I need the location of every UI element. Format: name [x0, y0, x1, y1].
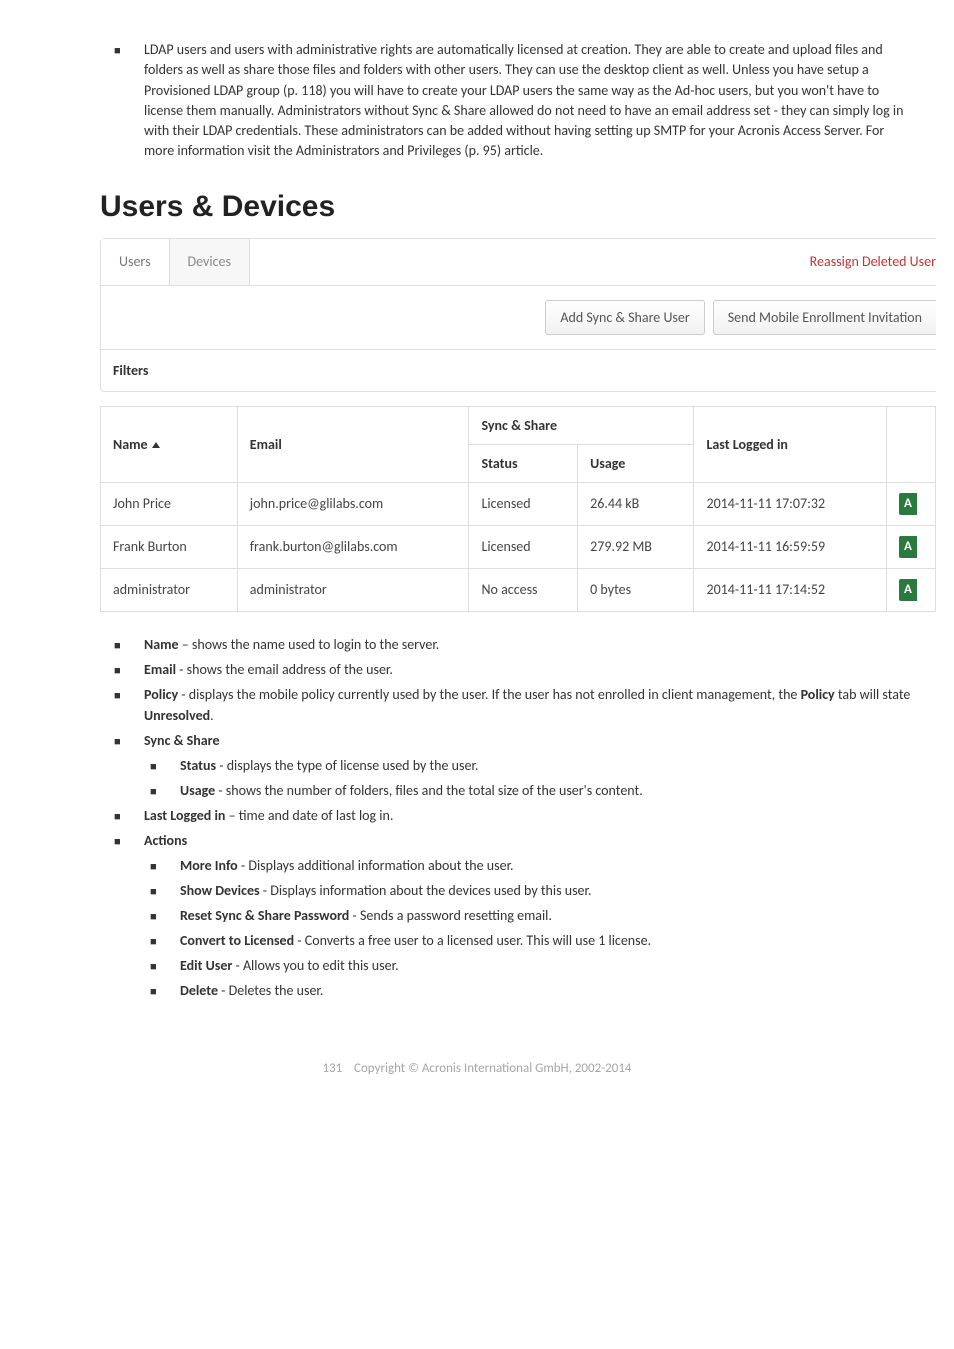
col-actions-header	[887, 406, 936, 482]
row-action-button[interactable]: A	[899, 536, 917, 558]
def-convert-licensed: ■ Convert to Licensed - Converts a free …	[150, 930, 912, 951]
def-show-devices: ■ Show Devices - Displays information ab…	[150, 880, 912, 901]
cell-email: john.price@glilabs.com	[237, 482, 469, 525]
col-sync-share-group: Sync & Share	[469, 406, 694, 444]
filters-toggle[interactable]: Filters	[101, 349, 936, 391]
users-devices-panel: Users Devices Reassign Deleted User Add …	[100, 238, 936, 392]
def-status: ■ Status - displays the type of license …	[150, 755, 912, 776]
def-policy: ■ Policy - displays the mobile policy cu…	[114, 684, 912, 726]
reassign-deleted-user-link[interactable]: Reassign Deleted User	[810, 253, 936, 270]
def-reset-password: ■ Reset Sync & Share Password - Sends a …	[150, 905, 912, 926]
copyright-text: Copyright © Acronis International GmbH, …	[354, 1061, 632, 1076]
cell-name: Frank Burton	[101, 525, 238, 568]
sort-asc-icon	[152, 442, 160, 448]
col-email-header[interactable]: Email	[237, 406, 469, 482]
cell-usage: 279.92 MB	[578, 525, 694, 568]
def-usage: ■ Usage - shows the number of folders, f…	[150, 780, 912, 801]
definitions-list: ■ Name – shows the name used to login to…	[114, 634, 912, 1001]
action-buttons-row: Add Sync & Share User Send Mobile Enroll…	[101, 286, 936, 349]
row-action-button[interactable]: A	[899, 579, 917, 601]
cell-lastlogged: 2014-11-11 16:59:59	[694, 525, 887, 568]
def-edit-user: ■ Edit User - Allows you to edit this us…	[150, 955, 912, 976]
intro-text: LDAP users and users with administrative…	[144, 40, 916, 162]
table-row: administrator administrator No access 0 …	[101, 568, 936, 611]
cell-email: frank.burton@glilabs.com	[237, 525, 469, 568]
col-usage-header[interactable]: Usage	[578, 444, 694, 482]
add-sync-share-user-button[interactable]: Add Sync & Share User	[545, 300, 704, 335]
cell-usage: 0 bytes	[578, 568, 694, 611]
def-last-logged: ■ Last Logged in – time and date of last…	[114, 805, 912, 826]
section-title: Users & Devices	[100, 190, 936, 224]
bullet-marker: ■	[114, 40, 144, 162]
cell-lastlogged: 2014-11-11 17:14:52	[694, 568, 887, 611]
cell-status: Licensed	[469, 525, 578, 568]
send-mobile-enrollment-button[interactable]: Send Mobile Enrollment Invitation	[713, 300, 936, 335]
cell-email: administrator	[237, 568, 469, 611]
intro-bullet: ■ LDAP users and users with administrati…	[114, 40, 916, 162]
cell-name: John Price	[101, 482, 238, 525]
tab-users[interactable]: Users	[101, 239, 170, 285]
def-name: ■ Name – shows the name used to login to…	[114, 634, 912, 655]
cell-lastlogged: 2014-11-11 17:07:32	[694, 482, 887, 525]
tab-devices[interactable]: Devices	[170, 239, 250, 285]
page-number: 131	[322, 1061, 342, 1076]
def-sync-share: ■ Sync & Share	[114, 730, 912, 751]
page-footer: 131 Copyright © Acronis International Gm…	[18, 1061, 936, 1076]
filters-label: Filters	[113, 362, 148, 379]
def-actions: ■ Actions	[114, 830, 912, 851]
def-delete: ■ Delete - Deletes the user.	[150, 980, 912, 1001]
users-table: Name Email Sync & Share Last Logged in S…	[100, 406, 936, 612]
cell-name: administrator	[101, 568, 238, 611]
col-lastlogged-header[interactable]: Last Logged in	[694, 406, 887, 482]
table-row: John Price john.price@glilabs.com Licens…	[101, 482, 936, 525]
cell-status: Licensed	[469, 482, 578, 525]
table-row: Frank Burton frank.burton@glilabs.com Li…	[101, 525, 936, 568]
col-status-header[interactable]: Status	[469, 444, 578, 482]
def-email: ■ Email - shows the email address of the…	[114, 659, 912, 680]
tabs-row: Users Devices Reassign Deleted User	[101, 239, 936, 286]
row-action-button[interactable]: A	[899, 493, 917, 515]
cell-usage: 26.44 kB	[578, 482, 694, 525]
cell-status: No access	[469, 568, 578, 611]
def-more-info: ■ More Info - Displays additional inform…	[150, 855, 912, 876]
col-name-header[interactable]: Name	[101, 406, 238, 482]
